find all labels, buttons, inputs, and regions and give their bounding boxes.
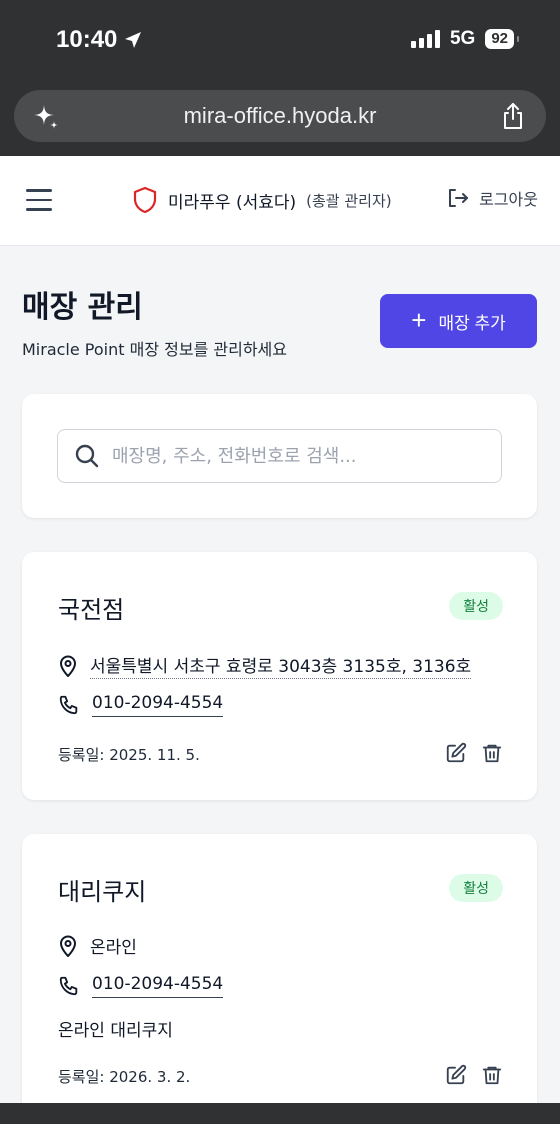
store-address-row: 서울특별시 서초구 효령로 3043층 3135호, 3136호 xyxy=(58,652,472,679)
location-pin-icon xyxy=(59,935,77,957)
browser-toolbar xyxy=(0,1103,560,1124)
app-header: 미라푸우 (서효다) (총괄 관리자) 로그아웃 xyxy=(0,156,560,246)
store-registered-date: 등록일: 2025. 11. 5. xyxy=(58,746,200,764)
store-card: 국전점 활성 서울특별시 서초구 효령로 3043층 3135호, 3136호 … xyxy=(22,552,537,800)
status-time: 10:40 xyxy=(56,26,143,54)
page-subtitle: Miracle Point 매장 정보를 관리하세요 xyxy=(22,340,287,359)
search-field[interactable] xyxy=(57,429,502,483)
store-phone-row: 010-2094-4554 xyxy=(58,693,224,717)
store-phone-link[interactable]: 010-2094-4554 xyxy=(92,693,224,717)
battery-icon: 92 xyxy=(485,29,519,49)
signal-icon xyxy=(410,30,440,48)
location-arrow-icon xyxy=(125,32,142,48)
plus-icon: + xyxy=(411,304,427,335)
user-info: 미라푸우 (서효다) (총괄 관리자) xyxy=(132,186,392,214)
status-indicators: 5G 92 xyxy=(410,28,519,50)
shield-icon xyxy=(133,186,157,214)
store-name: 대리쿠지 xyxy=(58,878,147,906)
store-phone-row: 010-2094-4554 xyxy=(58,974,224,998)
store-address-link[interactable]: 서울특별시 서초구 효령로 3043층 3135호, 3136호 xyxy=(90,652,472,679)
store-registered-date: 등록일: 2026. 3. 2. xyxy=(58,1068,191,1086)
store-address-text: 온라인 xyxy=(90,938,137,958)
sparkle-icon[interactable] xyxy=(32,103,60,131)
logout-icon xyxy=(449,189,469,207)
network-type: 5G xyxy=(449,28,476,49)
address-bar[interactable]: mira-office.hyoda.kr xyxy=(14,90,546,142)
user-name: 미라푸우 (서효다) xyxy=(168,192,297,213)
phone-icon xyxy=(59,976,78,996)
status-bar: 10:40 5G 92 xyxy=(0,0,560,84)
store-address-row: 온라인 xyxy=(58,933,137,958)
url-text[interactable]: mira-office.hyoda.kr xyxy=(184,103,377,129)
store-memo: 온라인 대리쿠지 xyxy=(58,1021,173,1041)
browser-chrome: 10:40 5G 92 mira-office.hyoda.kr xyxy=(0,0,560,156)
logout-label[interactable]: 로그아웃 xyxy=(479,186,538,210)
logout-button[interactable]: 로그아웃 xyxy=(447,186,538,210)
status-badge: 활성 xyxy=(449,592,503,620)
trash-icon[interactable] xyxy=(481,742,503,764)
phone-icon xyxy=(59,695,78,715)
trash-icon[interactable] xyxy=(481,1064,503,1086)
location-pin-icon xyxy=(59,655,77,677)
time-text: 10:40 xyxy=(56,26,118,53)
search-icon xyxy=(75,444,99,468)
status-badge: 활성 xyxy=(449,874,503,902)
edit-icon[interactable] xyxy=(445,742,467,764)
menu-icon[interactable] xyxy=(26,189,54,213)
search-card xyxy=(22,394,537,518)
search-input[interactable] xyxy=(112,445,472,467)
store-card: 대리쿠지 활성 온라인 010-2094-4554 온라인 대리쿠지 등록일: … xyxy=(22,834,537,1124)
store-name: 국전점 xyxy=(58,596,125,624)
add-store-label: 매장 추가 xyxy=(438,313,506,333)
page-title: 매장 관리 xyxy=(22,290,143,325)
edit-icon[interactable] xyxy=(445,1064,467,1086)
store-actions xyxy=(445,742,503,764)
share-icon[interactable] xyxy=(500,102,526,130)
store-phone-link[interactable]: 010-2094-4554 xyxy=(92,974,224,998)
store-actions xyxy=(445,1064,503,1086)
add-store-button[interactable]: + 매장 추가 xyxy=(380,294,537,348)
user-role: (총괄 관리자) xyxy=(306,191,392,210)
